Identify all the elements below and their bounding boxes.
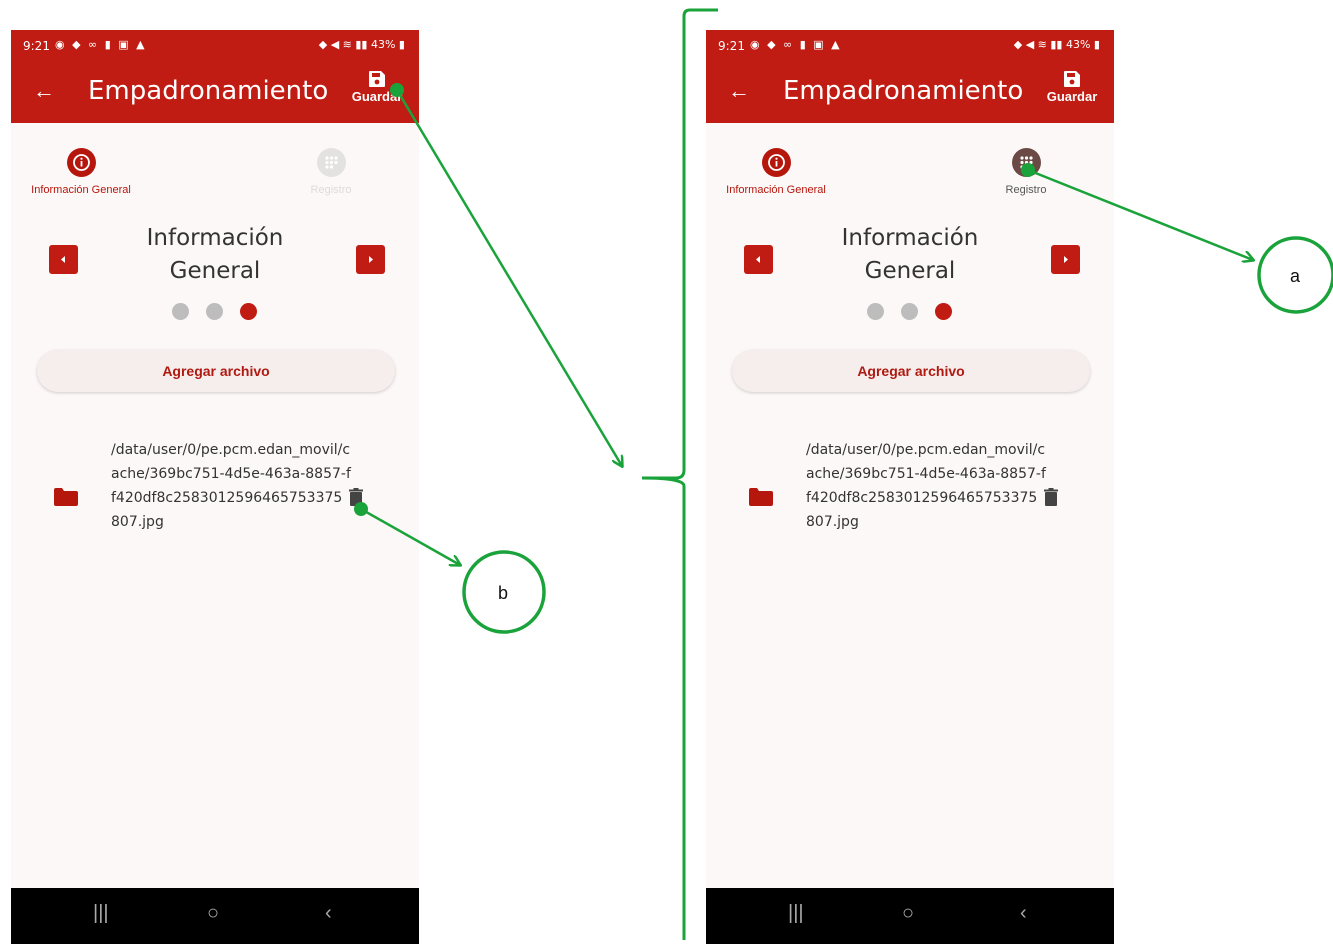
page-dot [172, 303, 189, 320]
page-title: Empadronamiento [88, 76, 329, 106]
recent-apps-icon[interactable]: ||| [788, 902, 804, 925]
recent-apps-icon[interactable]: ||| [93, 902, 109, 925]
previous-button[interactable] [49, 245, 78, 274]
step-informacion-general[interactable]: Información General [11, 148, 156, 196]
folder-icon [54, 488, 78, 506]
save-label: Guardar [351, 89, 403, 104]
status-time: 9:21 [718, 39, 745, 53]
dialpad-icon [1011, 148, 1041, 177]
nav-back-icon[interactable]: ‹ [325, 902, 332, 925]
step-registro[interactable]: Registro [951, 148, 1101, 196]
file-path: /data/user/0/pe.pcm.edan_movil/cache/369… [111, 442, 351, 530]
status-right: ◆ ◀ ≋ ▮▮ 43% ▮ [319, 38, 405, 51]
page-dot-active [935, 303, 952, 320]
nav-back-icon[interactable]: ‹ [1020, 902, 1027, 925]
next-button[interactable] [1051, 245, 1080, 274]
notification-icons: ◉ ◆ ∞ ▮ ▣ ▲ [750, 38, 842, 51]
previous-button[interactable] [744, 245, 773, 274]
step-label: Registro [1005, 184, 1047, 196]
section-title: Información General [841, 225, 979, 284]
save-label: Guardar [1046, 89, 1098, 104]
callout-a-label: a [1290, 266, 1301, 286]
phone-screen-right: 9:21 ◉ ◆ ∞ ▮ ▣ ▲ ◆ ◀ ≋ ▮▮ 43% ▮ ← Empadr… [706, 30, 1114, 944]
home-icon[interactable]: ○ [207, 902, 219, 925]
step-registro[interactable]: Registro [256, 148, 406, 196]
signal-icons: ◆ ◀ ≋ ▮▮ [1013, 38, 1066, 51]
caret-right-icon [369, 256, 373, 263]
step-label: Registro [310, 184, 352, 196]
app-bar: 9:21 ◉ ◆ ∞ ▮ ▣ ▲ ◆ ◀ ≋ ▮▮ 43% ▮ ← Empadr… [706, 30, 1114, 123]
caret-left-icon [756, 256, 760, 263]
folder-icon [749, 488, 773, 506]
save-button[interactable]: Guardar [341, 70, 413, 118]
page-dot-active [240, 303, 257, 320]
page-dot [901, 303, 918, 320]
info-icon [761, 148, 791, 177]
file-list-item: /data/user/0/pe.pcm.edan_movil/cache/369… [51, 438, 381, 558]
callout-b-label: b [498, 583, 509, 603]
file-list-item: /data/user/0/pe.pcm.edan_movil/cache/369… [746, 438, 1076, 558]
back-arrow-icon[interactable]: ← [724, 76, 754, 106]
step-label: Información General [726, 184, 826, 196]
battery-icon: ▮ [395, 38, 405, 51]
status-bar: 9:21 ◉ ◆ ∞ ▮ ▣ ▲ ◆ ◀ ≋ ▮▮ 43% ▮ [706, 30, 1114, 60]
page-dot [206, 303, 223, 320]
battery-icon: ▮ [1090, 38, 1100, 51]
app-bar: 9:21 ◉ ◆ ∞ ▮ ▣ ▲ ◆ ◀ ≋ ▮▮ 43% ▮ ← Empadr… [11, 30, 419, 123]
save-icon [369, 71, 385, 87]
toolbar: ← Empadronamiento Guardar [11, 60, 419, 123]
status-right: ◆ ◀ ≋ ▮▮ 43% ▮ [1014, 38, 1100, 51]
home-icon[interactable]: ○ [902, 902, 914, 925]
phone-screen-left: 9:21 ◉ ◆ ∞ ▮ ▣ ▲ ◆ ◀ ≋ ▮▮ 43% ▮ ← Empadr… [11, 30, 419, 944]
status-time: 9:21 [23, 39, 50, 53]
add-file-button[interactable]: Agregar archivo [732, 350, 1090, 392]
toolbar: ← Empadronamiento Guardar [706, 60, 1114, 123]
step-informacion-general[interactable]: Información General [706, 148, 851, 196]
save-button[interactable]: Guardar [1036, 70, 1108, 118]
step-label: Información General [31, 184, 131, 196]
back-arrow-icon[interactable]: ← [29, 76, 59, 106]
save-icon [1064, 71, 1080, 87]
page-dot [867, 303, 884, 320]
system-nav-bar: ||| ○ ‹ [11, 888, 419, 944]
signal-icons: ◆ ◀ ≋ ▮▮ [318, 38, 371, 51]
add-file-button[interactable]: Agregar archivo [37, 350, 395, 392]
battery-level: 43% [370, 38, 396, 51]
section-title: Información General [146, 225, 284, 284]
annotation-arrow-guardar [390, 83, 622, 466]
battery-level: 43% [1065, 38, 1091, 51]
dialpad-icon [316, 148, 346, 177]
delete-icon[interactable] [1044, 488, 1058, 506]
status-bar: 9:21 ◉ ◆ ∞ ▮ ▣ ▲ ◆ ◀ ≋ ▮▮ 43% ▮ [11, 30, 419, 60]
next-button[interactable] [356, 245, 385, 274]
notification-icons: ◉ ◆ ∞ ▮ ▣ ▲ [55, 38, 147, 51]
info-icon [66, 148, 96, 177]
page-title: Empadronamiento [783, 76, 1024, 106]
caret-right-icon [1064, 256, 1068, 263]
file-path: /data/user/0/pe.pcm.edan_movil/cache/369… [806, 442, 1046, 530]
system-nav-bar: ||| ○ ‹ [706, 888, 1114, 944]
delete-icon[interactable] [349, 488, 363, 506]
caret-left-icon [61, 256, 65, 263]
